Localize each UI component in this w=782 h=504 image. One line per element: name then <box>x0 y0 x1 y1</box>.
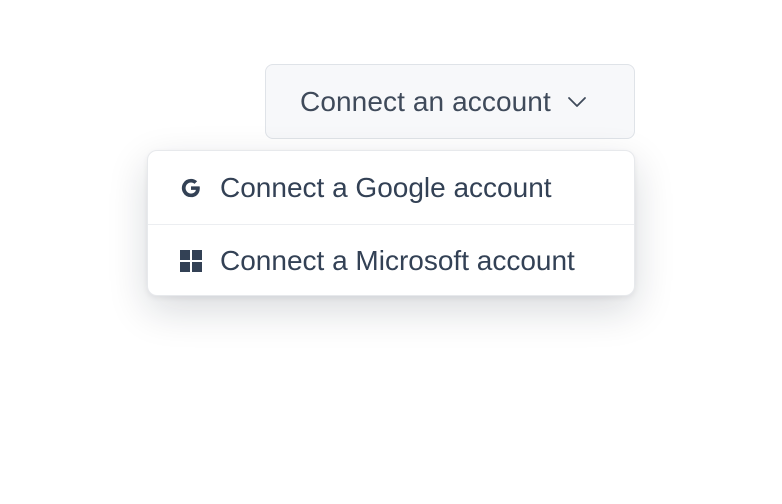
chevron-down-icon <box>565 90 589 114</box>
google-icon <box>180 177 202 199</box>
menu-item-label: Connect a Microsoft account <box>220 245 575 276</box>
microsoft-icon <box>180 250 202 272</box>
page: Connect an account Connect a Google acco… <box>0 0 782 504</box>
dropdown-trigger-label: Connect an account <box>300 85 551 117</box>
connect-microsoft-account-item[interactable]: Connect a Microsoft account <box>148 224 634 295</box>
connect-google-account-item[interactable]: Connect a Google account <box>148 151 634 224</box>
menu-item-label: Connect a Google account <box>220 171 552 203</box>
connect-account-dropdown-button[interactable]: Connect an account <box>265 64 635 139</box>
dropdown-menu: Connect a Google account Connect a Micro… <box>147 150 635 296</box>
